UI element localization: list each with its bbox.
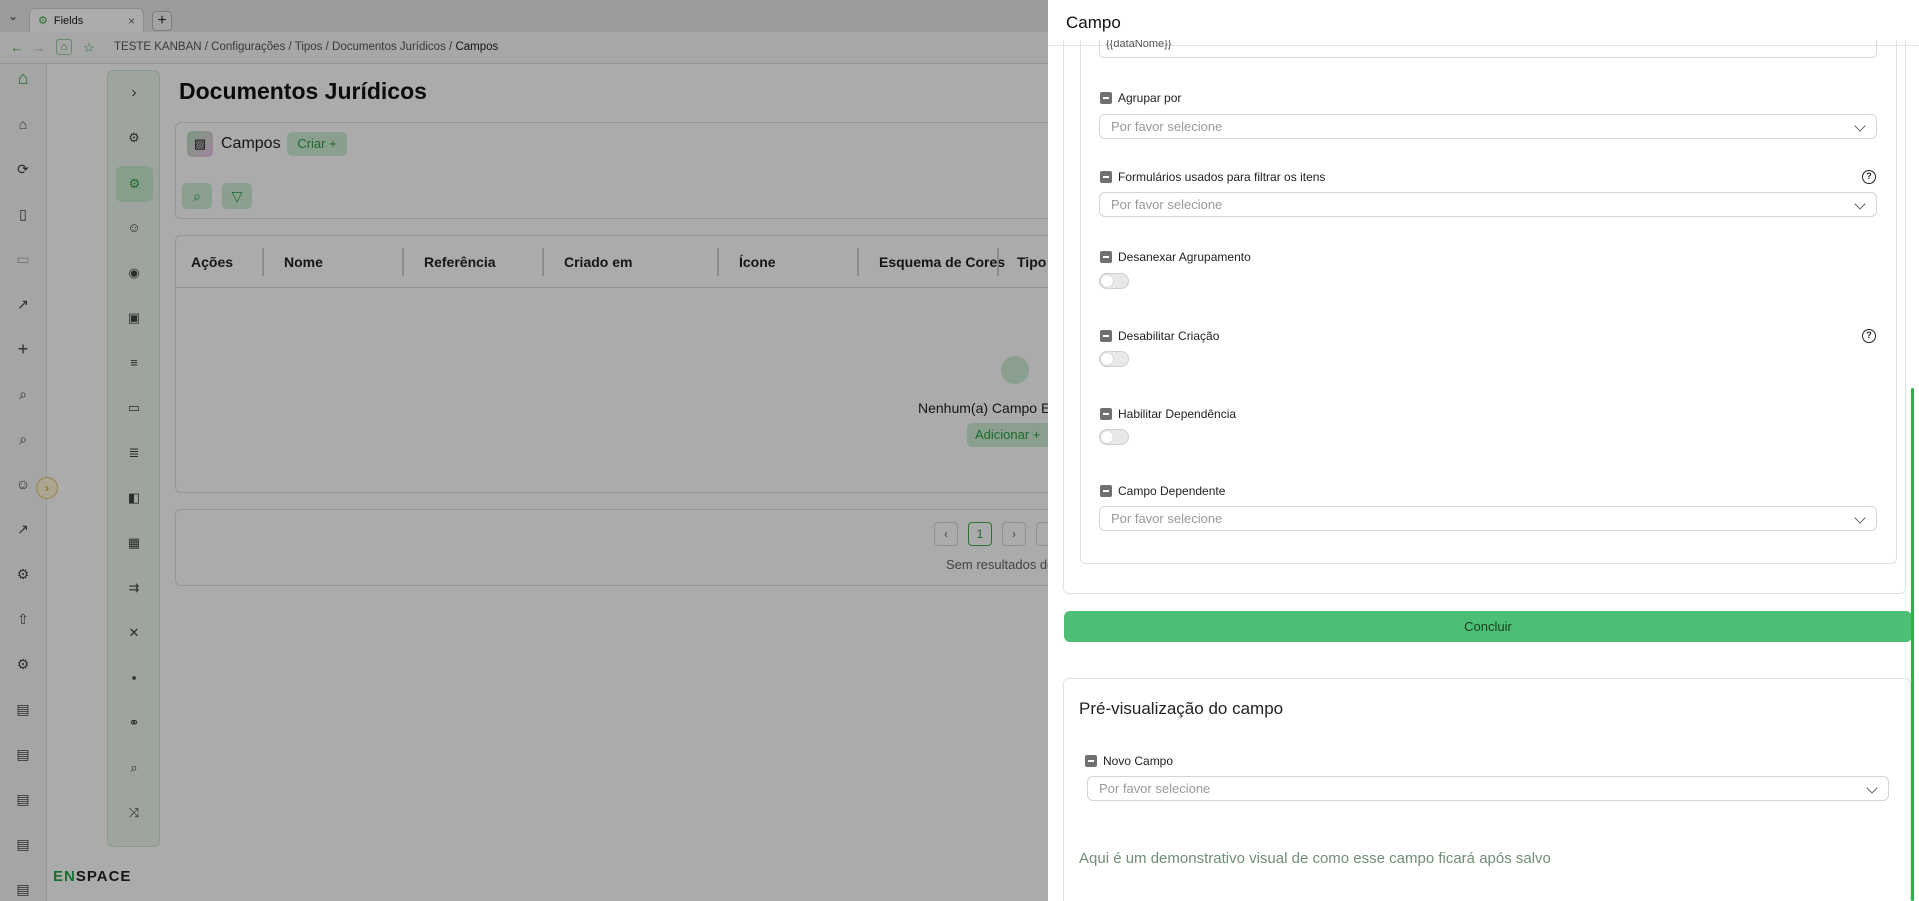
agrupar-por-select[interactable]: Por favor selecione	[1099, 114, 1877, 139]
field-label-habilitar-dependencia: Habilitar Dependência	[1100, 407, 1236, 421]
field-label-formularios: Formulários usados para filtrar os itens	[1100, 170, 1325, 184]
label-text: Agrupar por	[1118, 91, 1182, 105]
habilitar-dependencia-toggle[interactable]	[1099, 429, 1129, 445]
preview-field-label: Novo Campo	[1085, 754, 1173, 768]
desanexar-agrupamento-toggle[interactable]	[1099, 273, 1129, 289]
label-text: Desabilitar Criação	[1118, 329, 1220, 343]
collapse-icon[interactable]	[1100, 171, 1112, 183]
label-text: Habilitar Dependência	[1118, 407, 1237, 421]
select-placeholder: Por favor selecione	[1099, 781, 1211, 796]
drawer-title: Campo	[1066, 13, 1121, 32]
select-placeholder: Por favor selecione	[1111, 511, 1223, 526]
preview-select[interactable]: Por favor selecione	[1087, 776, 1889, 801]
collapse-icon[interactable]	[1100, 92, 1112, 104]
help-icon[interactable]: ?	[1862, 170, 1876, 184]
modal-backdrop[interactable]	[0, 0, 1048, 901]
desabilitar-criacao-toggle[interactable]	[1099, 351, 1129, 367]
label-text: Desanexar Agrupamento	[1118, 250, 1251, 264]
formularios-select[interactable]: Por favor selecione	[1099, 192, 1877, 217]
campo-dependente-select[interactable]: Por favor selecione	[1099, 506, 1877, 531]
chevron-down-icon	[1854, 120, 1866, 132]
label-text: Novo Campo	[1103, 754, 1174, 768]
chevron-down-icon	[1854, 198, 1866, 210]
collapse-icon[interactable]	[1100, 408, 1112, 420]
drawer-scrollbar[interactable]	[1911, 388, 1914, 901]
label-text: Formulários usados para filtrar os itens	[1118, 170, 1326, 184]
help-icon[interactable]: ?	[1862, 329, 1876, 343]
select-placeholder: Por favor selecione	[1111, 119, 1223, 134]
template-input[interactable]: {{dataNome}}	[1099, 40, 1877, 58]
field-label-desanexar: Desanexar Agrupamento	[1100, 250, 1251, 264]
collapse-icon[interactable]	[1100, 251, 1112, 263]
collapse-icon[interactable]	[1100, 330, 1112, 342]
collapse-icon[interactable]	[1085, 755, 1097, 767]
chevron-down-icon	[1866, 782, 1878, 794]
field-label-agrupar-por: Agrupar por	[1100, 91, 1181, 105]
collapse-icon[interactable]	[1100, 485, 1112, 497]
label-text: Campo Dependente	[1118, 484, 1226, 498]
concluir-button[interactable]: Concluir	[1064, 611, 1912, 642]
field-label-campo-dependente: Campo Dependente	[1100, 484, 1225, 498]
preview-demo-text: Aqui é um demonstrativo visual de como e…	[1079, 850, 1551, 867]
preview-title: Pré-visualização do campo	[1079, 699, 1284, 718]
field-label-desabilitar-criacao: Desabilitar Criação	[1100, 329, 1219, 343]
chevron-down-icon	[1854, 512, 1866, 524]
select-placeholder: Por favor selecione	[1111, 197, 1223, 212]
